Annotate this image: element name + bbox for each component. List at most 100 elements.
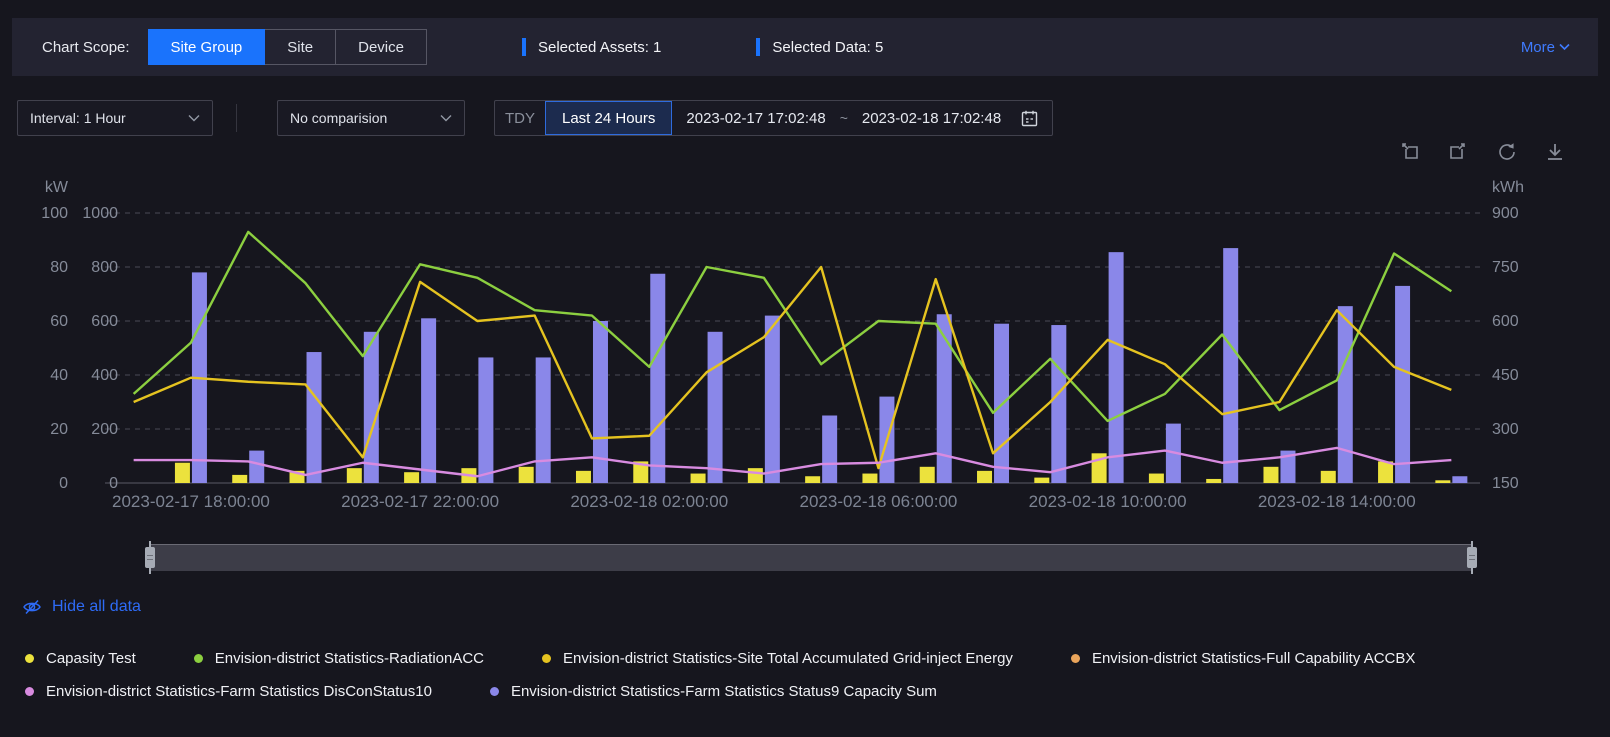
- legend-item[interactable]: Envision-district Statistics-Full Capabi…: [1071, 650, 1415, 667]
- inner-axis-tick: 1000: [82, 205, 118, 222]
- x-axis-tick: 2023-02-18 10:00:00: [1029, 492, 1187, 511]
- bar-capasity-test: [920, 467, 935, 483]
- bar-status9-capacity-sum: [1109, 252, 1124, 483]
- bar-status9-capacity-sum: [650, 274, 665, 483]
- bar-capasity-test: [805, 476, 820, 483]
- line-series: [134, 267, 1452, 468]
- legend-item[interactable]: Envision-district Statistics-Farm Statis…: [490, 683, 937, 700]
- kw-axis-tick: 20: [50, 421, 68, 438]
- bar-status9-capacity-sum: [307, 352, 322, 483]
- hide-all-data-button[interactable]: Hide all data: [22, 598, 141, 616]
- inner-axis-tick: 800: [91, 259, 118, 276]
- date-range-control: TDY Last 24 Hours 2023-02-17 17:02:48 ~ …: [494, 100, 1053, 136]
- selected-data: Selected Data: 5: [756, 38, 883, 56]
- legend-dot-icon: [1071, 654, 1080, 663]
- inner-axis-tick: 400: [91, 367, 118, 384]
- bar-capasity-test: [691, 474, 706, 483]
- kw-axis-unit: kW: [45, 179, 69, 196]
- legend-item[interactable]: Capasity Test: [25, 650, 136, 667]
- bar-status9-capacity-sum: [1338, 306, 1353, 483]
- selected-assets-label: Selected Assets: 1: [538, 39, 661, 56]
- bar-capasity-test: [1034, 478, 1049, 483]
- datazoom-left-handle[interactable]: [145, 547, 155, 568]
- scope-device-button[interactable]: Device: [336, 29, 427, 65]
- chart-legend: Capasity Test Envision-district Statistic…: [25, 650, 1585, 700]
- bar-capasity-test: [1435, 480, 1450, 483]
- top-bar: Chart Scope: Site Group Site Device Sele…: [12, 18, 1598, 76]
- datazoom-right-handle[interactable]: [1467, 547, 1477, 568]
- legend-item[interactable]: Envision-district Statistics-Site Total …: [542, 650, 1013, 667]
- bar-status9-capacity-sum: [249, 451, 264, 483]
- more-button[interactable]: More: [1521, 39, 1570, 56]
- interval-select[interactable]: Interval: 1 Hour: [17, 100, 213, 136]
- kwh-axis-unit: kWh: [1492, 179, 1524, 196]
- legend-label: Envision-district Statistics-Farm Statis…: [46, 683, 432, 700]
- x-axis-tick: 2023-02-17 22:00:00: [341, 492, 499, 511]
- bar-status9-capacity-sum: [1395, 286, 1410, 483]
- kw-axis-tick: 40: [50, 367, 68, 384]
- legend-label: Envision-district Statistics-Farm Statis…: [511, 683, 937, 700]
- legend-dot-icon: [542, 654, 551, 663]
- bar-status9-capacity-sum: [822, 416, 837, 484]
- line-series: [134, 448, 1452, 476]
- kwh-axis-tick: 150: [1492, 475, 1519, 492]
- datazoom-slider[interactable]: [150, 544, 1472, 571]
- bar-capasity-test: [576, 471, 591, 483]
- chevron-down-icon: [440, 114, 452, 122]
- kw-axis-tick: 100: [41, 205, 68, 222]
- bar-capasity-test: [977, 471, 992, 483]
- legend-label: Envision-district Statistics-Site Total …: [563, 650, 1013, 667]
- zoom-in-area-icon[interactable]: [1400, 141, 1422, 163]
- calendar-icon[interactable]: [1015, 110, 1052, 127]
- chart-scope-label: Chart Scope:: [42, 39, 130, 56]
- bar-status9-capacity-sum: [1051, 325, 1066, 483]
- chart-plot-area[interactable]: 0200400600800100002040608010015030045060…: [0, 175, 1610, 540]
- scope-site-button[interactable]: Site: [265, 29, 336, 65]
- bar-status9-capacity-sum: [478, 357, 493, 483]
- controls-row: Interval: 1 Hour No comparision TDY Last…: [17, 100, 1053, 136]
- comparison-select[interactable]: No comparision: [277, 100, 465, 136]
- kw-axis-tick: 0: [59, 475, 68, 492]
- scope-site-group-button[interactable]: Site Group: [148, 29, 266, 65]
- bar-capasity-test: [1321, 471, 1336, 483]
- kwh-axis-tick: 300: [1492, 421, 1519, 438]
- eye-off-icon: [22, 598, 42, 616]
- blue-tick-bar: [756, 38, 760, 56]
- date-to-field[interactable]: 2023-02-18 17:02:48: [848, 110, 1015, 127]
- bar-capasity-test: [1263, 467, 1278, 483]
- bar-status9-capacity-sum: [421, 318, 436, 483]
- refresh-icon[interactable]: [1496, 141, 1518, 163]
- bar-status9-capacity-sum: [536, 357, 551, 483]
- kwh-axis-tick: 450: [1492, 367, 1519, 384]
- x-axis-tick: 2023-02-18 02:00:00: [570, 492, 728, 511]
- bar-status9-capacity-sum: [765, 316, 780, 483]
- legend-item[interactable]: Envision-district Statistics-RadiationAC…: [194, 650, 484, 667]
- bar-status9-capacity-sum: [708, 332, 723, 483]
- last-24-hours-button[interactable]: Last 24 Hours: [545, 101, 672, 135]
- kwh-axis-tick: 900: [1492, 205, 1519, 222]
- zoom-restore-icon[interactable]: [1448, 141, 1470, 163]
- divider: [236, 104, 237, 132]
- bar-capasity-test: [232, 475, 247, 483]
- kwh-axis-tick: 600: [1492, 313, 1519, 330]
- chart-toolbar: [1400, 141, 1566, 163]
- legend-label: Envision-district Statistics-Full Capabi…: [1092, 650, 1415, 667]
- chart-scope-segmented-control: Site Group Site Device: [148, 29, 427, 65]
- legend-item[interactable]: Envision-district Statistics-Farm Statis…: [25, 683, 432, 700]
- selected-assets: Selected Assets: 1: [522, 38, 661, 56]
- bar-capasity-test: [748, 468, 763, 483]
- x-axis-tick: 2023-02-18 14:00:00: [1258, 492, 1416, 511]
- date-from-field[interactable]: 2023-02-17 17:02:48: [672, 110, 839, 127]
- bar-capasity-test: [862, 474, 877, 483]
- tdy-button[interactable]: TDY: [495, 110, 545, 127]
- chevron-down-icon: [188, 114, 200, 122]
- more-label: More: [1521, 39, 1555, 56]
- bar-status9-capacity-sum: [1223, 248, 1238, 483]
- interval-value: Interval: 1 Hour: [30, 110, 126, 126]
- bar-capasity-test: [404, 472, 419, 483]
- x-axis-tick: 2023-02-18 06:00:00: [800, 492, 958, 511]
- bar-capasity-test: [175, 463, 190, 483]
- download-icon[interactable]: [1544, 141, 1566, 163]
- legend-label: Envision-district Statistics-RadiationAC…: [215, 650, 484, 667]
- bar-status9-capacity-sum: [1452, 476, 1467, 483]
